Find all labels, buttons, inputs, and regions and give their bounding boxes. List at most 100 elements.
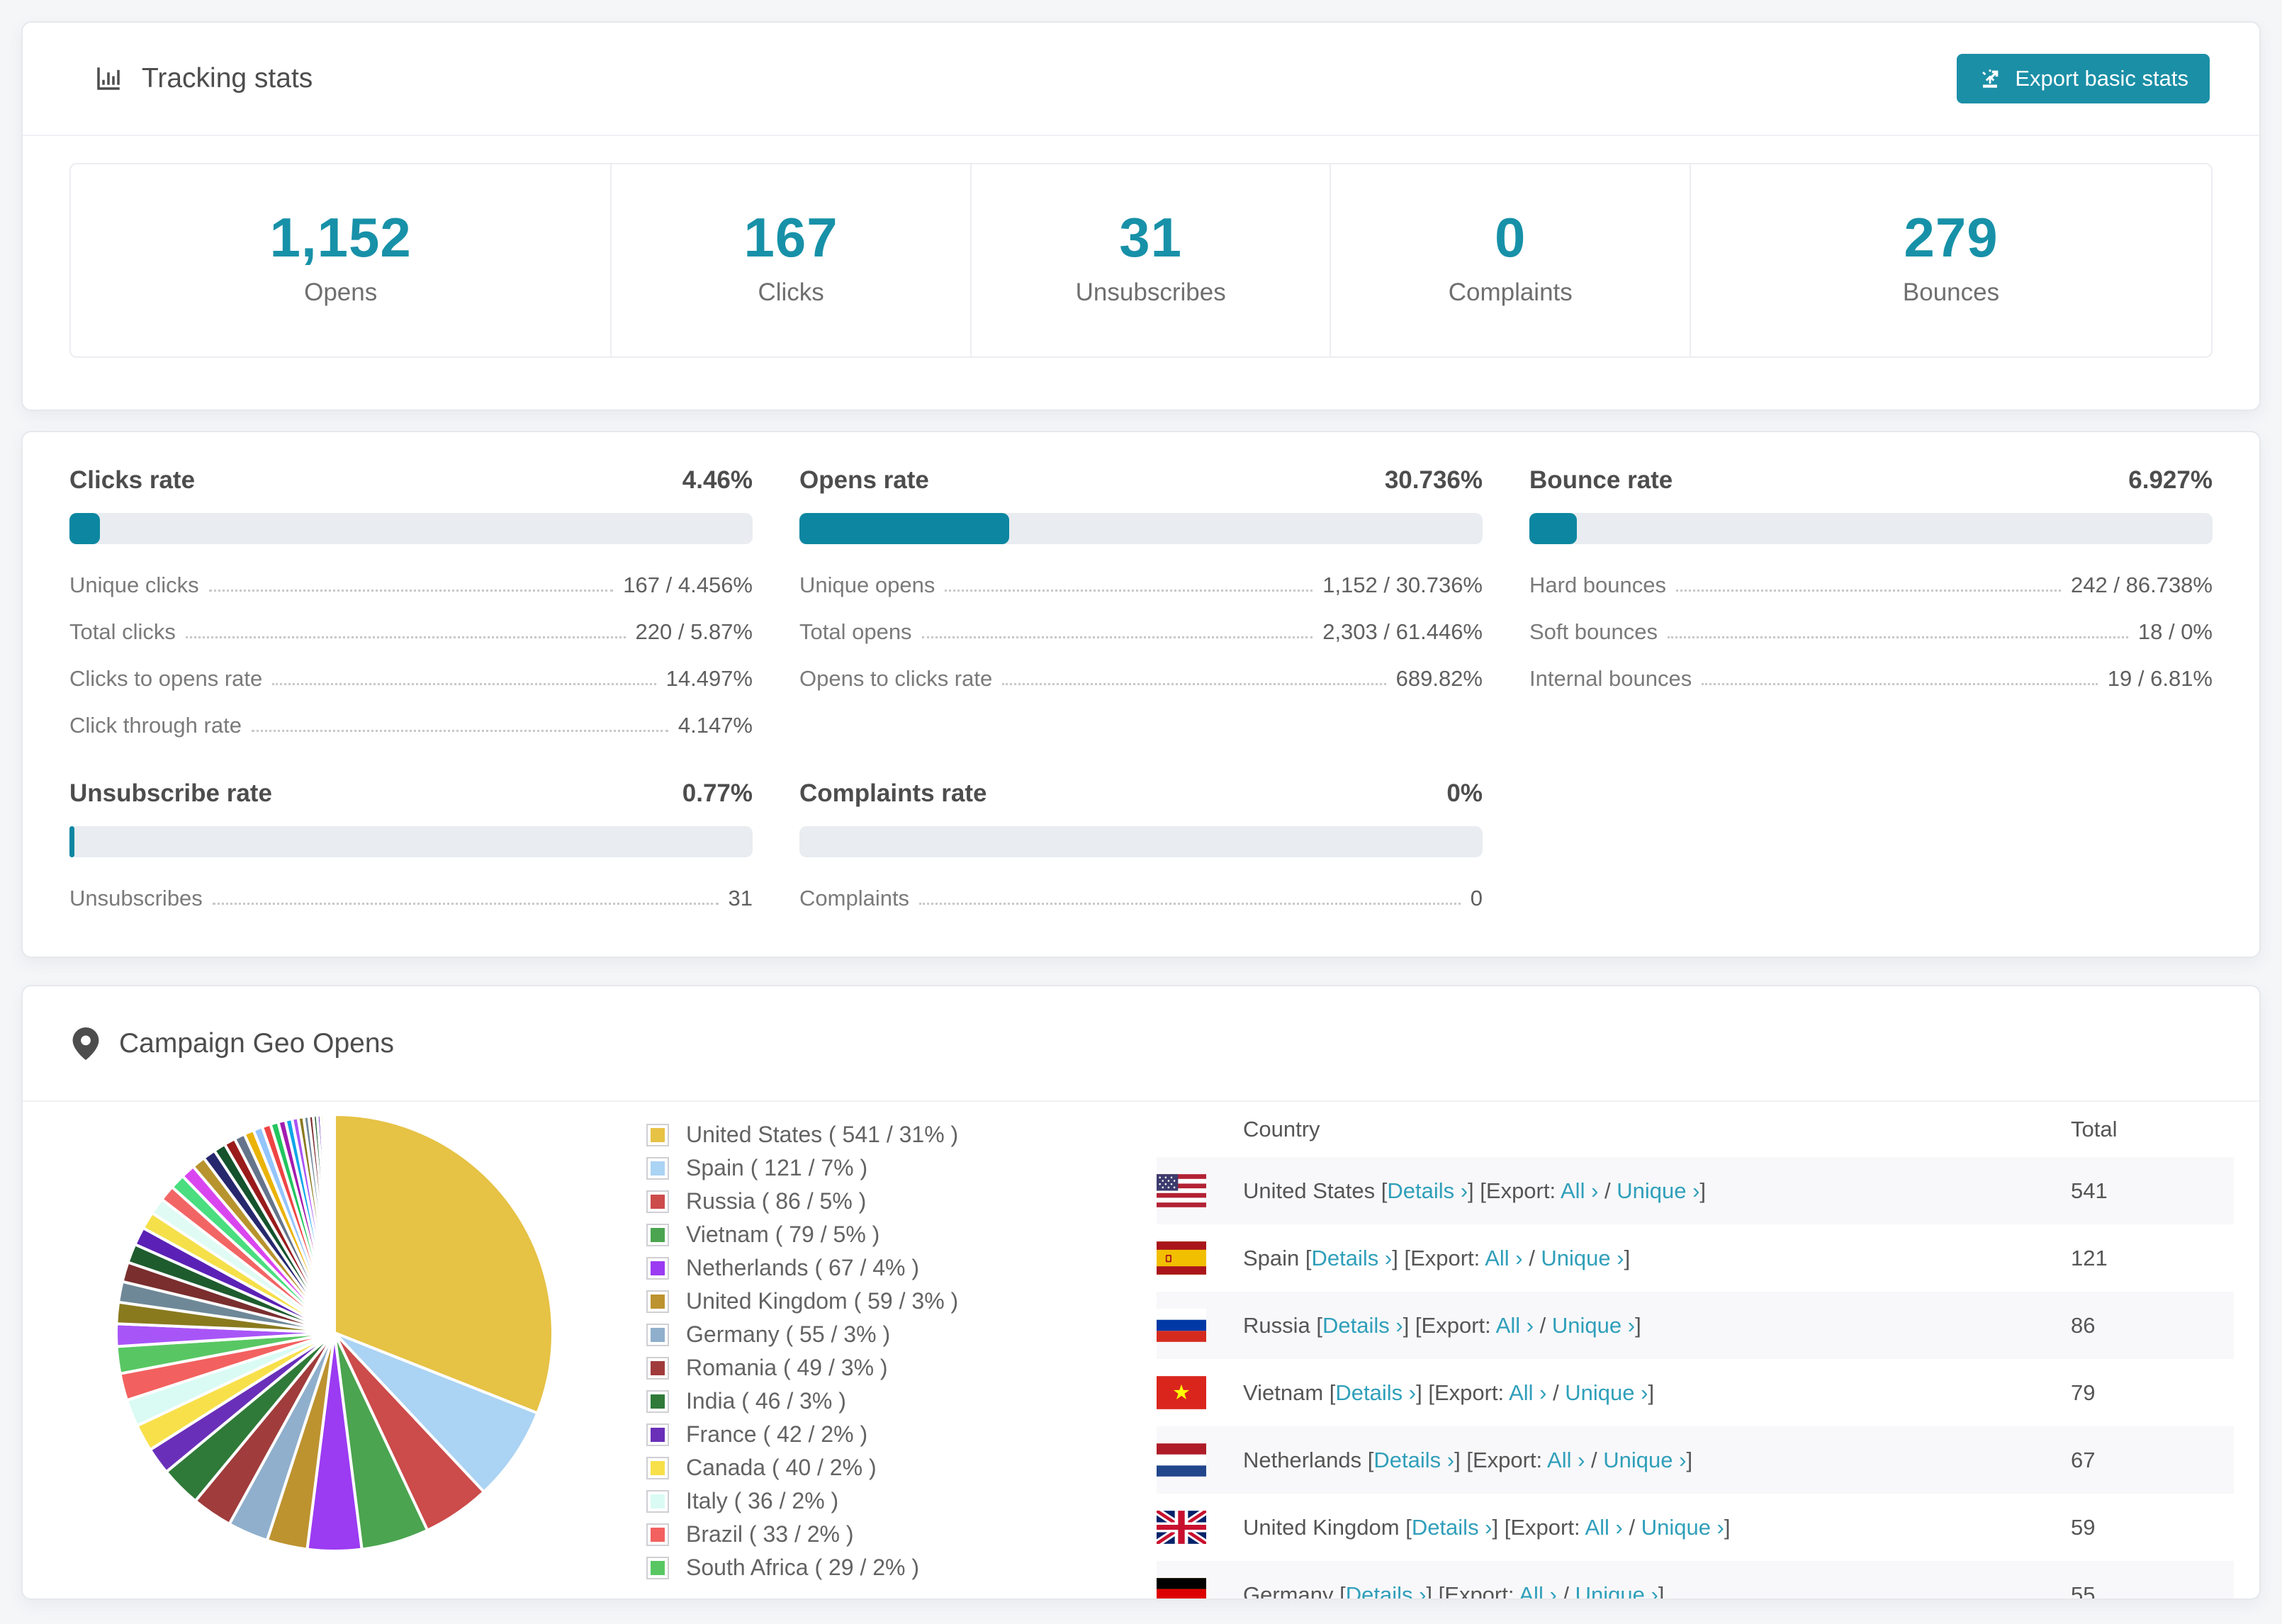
rate-progress-fill [799,513,1010,544]
geo-row-text: Netherlands [Details ›] [Export: All › /… [1243,1447,1693,1472]
rate-progress-fill [69,826,75,857]
geo-row-text: Germany [Details ›] [Export: All › / Uni… [1206,1582,2071,1599]
rate-row-value: 0 [1470,886,1483,910]
summary-label: Complaints [1448,278,1573,306]
details-link[interactable]: Details › [1322,1313,1403,1338]
rate-progress-track [799,513,1483,544]
rate-rows: Unique clicks 167 / 4.456% Total clicks 220… [69,573,753,738]
export-all-link[interactable]: All › [1509,1380,1546,1405]
summary-value: 31 [1119,206,1183,269]
rates-card: Clicks rate 4.46% Unique clicks 167 / 4.456… [21,431,2261,958]
legend-label: Italy ( 36 / 2% ) [686,1488,839,1513]
legend-label: United States ( 541 / 31% ) [686,1122,959,1147]
details-link[interactable]: Details › [1346,1582,1427,1599]
dotted-leader [919,903,1461,905]
export-unique-link[interactable]: Unique › [1575,1582,1658,1599]
rate-row-total-clicks: Total clicks 220 / 5.87% [69,619,753,645]
rate-row-value: 19 / 6.81% [2107,666,2213,691]
geo-section-title: Campaign Geo Opens [119,1027,395,1059]
rate-row-unsubscribes: Unsubscribes 31 [69,886,753,911]
summary-card-bounces: 279 Bounces [1690,164,2211,356]
legend-swatch [646,1323,669,1346]
legend-swatch [646,1556,669,1579]
export-all-link[interactable]: All › [1561,1178,1598,1203]
details-link[interactable]: Details › [1335,1380,1416,1405]
rate-row-clicks-to-opens-rate: Clicks to opens rate 14.497% [69,666,753,692]
details-link[interactable]: Details › [1412,1515,1493,1540]
export-unique-link[interactable]: Unique › [1541,1246,1624,1270]
details-link[interactable]: Details › [1312,1246,1393,1270]
pie-chart-wrap [23,1102,646,1560]
bar-chart-icon [97,67,120,90]
rate-row-unique-opens: Unique opens 1,152 / 30.736% [799,573,1483,598]
rate-progress-track [69,826,753,857]
summary-value: 279 [1904,206,1999,269]
summary-label: Bounces [1902,278,2000,306]
flag-es-icon [1157,1241,1206,1275]
geo-body: United States ( 541 / 31% ) Spain ( 121 /… [23,1102,2259,1600]
rate-row-internal-bounces: Internal bounces 19 / 6.81% [1529,666,2213,692]
rate-progress-fill [69,513,100,544]
rate-head: Opens rate 30.736% [799,466,1483,495]
export-unique-link[interactable]: Unique › [1552,1313,1635,1338]
rate-progress-fill [1529,513,1577,544]
export-unique-link[interactable]: Unique › [1603,1448,1686,1472]
export-all-link[interactable]: All › [1519,1582,1556,1599]
legend-item-netherlands: Netherlands ( 67 / 4% ) [646,1255,1157,1281]
export-unique-link[interactable]: Unique › [1565,1380,1648,1405]
export-basic-stats-button[interactable]: Export basic stats [1957,54,2210,103]
country-name: Spain [1243,1245,1300,1270]
details-link[interactable]: Details › [1373,1448,1454,1472]
geo-row-text: United States [Details ›] [Export: All ›… [1243,1178,1707,1203]
rate-row-label: Clicks to opens rate [69,666,263,691]
geo-table-row-netherlands: Netherlands [Details ›] [Export: All › /… [1157,1426,2234,1494]
rate-row-label: Soft bounces [1529,619,1658,644]
rate-value: 30.736% [1384,466,1483,494]
export-icon [1982,69,1999,88]
export-button-label: Export basic stats [2015,66,2188,91]
rate-head: Bounce rate 6.927% [1529,466,2213,495]
legend-swatch [646,1389,669,1413]
flag-es-icon [1157,1241,1206,1275]
flag-vn-icon [1157,1376,1206,1409]
export-unique-link[interactable]: Unique › [1617,1178,1699,1203]
geo-row-total: 55 [2071,1581,2096,1600]
dotted-leader [945,590,1313,592]
geo-table-row-germany: Germany [Details ›] [Export: All › / Uni… [1157,1561,2234,1600]
geo-table-row-united-kingdom: United Kingdom [Details ›] [Export: All … [1157,1494,2234,1561]
campaign-geo-opens-header: Campaign Geo Opens [23,986,2259,1102]
rate-row-label: Internal bounces [1529,666,1692,691]
legend-label: Canada ( 40 / 2% ) [686,1455,877,1480]
legend-label: Vietnam ( 79 / 5% ) [686,1222,880,1247]
column-header-country: Country [1243,1117,1320,1141]
export-all-link[interactable]: All › [1496,1313,1534,1338]
rate-head: Clicks rate 4.46% [69,466,753,495]
dotted-leader [272,683,656,685]
export-unique-link[interactable]: Unique › [1641,1515,1724,1540]
dotted-leader [185,636,626,638]
pie-legend: United States ( 541 / 31% ) Spain ( 121 /… [646,1102,1157,1588]
country-name: Netherlands [1243,1447,1362,1472]
export-all-link[interactable]: All › [1585,1515,1622,1540]
geo-row-text: Vietnam [Details ›] [Export: All › / Uni… [1243,1380,1655,1405]
export-all-link[interactable]: All › [1485,1246,1522,1270]
legend-item-germany: Germany ( 55 / 3% ) [646,1321,1157,1348]
rate-progress-track [69,513,753,544]
dotted-leader [1667,636,2128,638]
rate-value: 6.927% [2128,466,2213,494]
legend-label: Brazil ( 33 / 2% ) [686,1521,854,1547]
legend-swatch [646,1190,669,1213]
rate-row-label: Total clicks [69,619,176,644]
campaign-geo-opens-card: Campaign Geo Opens United States ( 541 /… [21,985,2261,1600]
rate-row-label: Unique opens [799,573,935,597]
rate-row-value: 689.82% [1395,666,1483,691]
geo-opens-pie-chart[interactable] [108,1106,561,1560]
flag-de-icon [1157,1578,1206,1598]
rate-value: 0% [1446,779,1483,807]
details-link[interactable]: Details › [1387,1178,1468,1203]
export-all-link[interactable]: All › [1547,1448,1585,1472]
rate-row-label: Unsubscribes [69,886,203,910]
dotted-leader [1676,590,2062,592]
rate-section-complaints-rate: Complaints rate 0% Complaints 0 [799,779,1483,911]
rate-section-clicks-rate: Clicks rate 4.46% Unique clicks 167 / 4.456… [69,466,753,738]
